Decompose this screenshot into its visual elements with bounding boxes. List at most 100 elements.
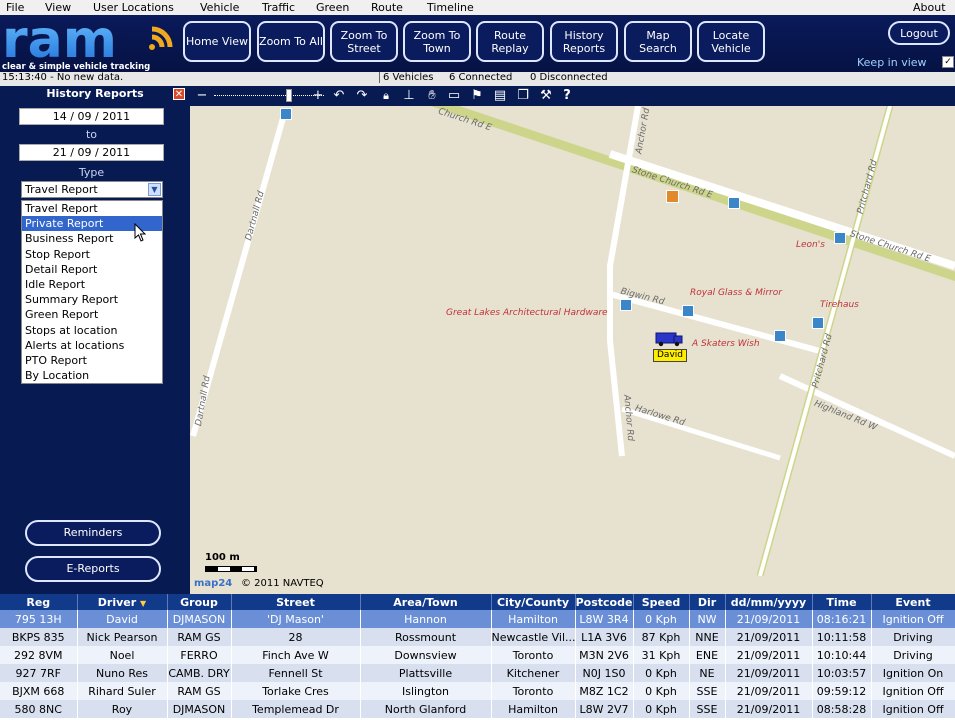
- option-stops-at-location[interactable]: Stops at location: [22, 323, 162, 338]
- window-icon[interactable]: ❐: [515, 86, 531, 106]
- option-green-report[interactable]: Green Report: [22, 307, 162, 322]
- col-header-postcode[interactable]: Postcode: [575, 594, 634, 610]
- table-row[interactable]: 580 8NC Roy DJMASON Templemead Dr North …: [0, 700, 955, 718]
- map-view[interactable]: Church Rd E Stone Church Rd E Stone Chur…: [190, 106, 955, 576]
- menu-route[interactable]: Route: [371, 0, 403, 15]
- map-search-button[interactable]: Map Search: [624, 21, 692, 62]
- option-detail-report[interactable]: Detail Report: [22, 262, 162, 277]
- cell-dir: SSE: [689, 700, 726, 718]
- undo-icon[interactable]: ↶: [331, 86, 347, 106]
- redo-icon[interactable]: ↷: [354, 86, 370, 106]
- bus-stop-icon[interactable]: [280, 108, 292, 120]
- keep-in-view-checkbox[interactable]: ✓: [942, 56, 954, 68]
- col-header-dir[interactable]: Dir: [689, 594, 726, 610]
- vehicle-icon[interactable]: [654, 331, 684, 347]
- table-row[interactable]: BJXM 668 Rihard Suler RAM GS Torlake Cre…: [0, 682, 955, 700]
- cell-date: 21/09/2011: [725, 682, 813, 700]
- col-header-area-town[interactable]: Area/Town: [360, 594, 492, 610]
- help-icon[interactable]: ?: [559, 86, 575, 106]
- bus-stop-icon[interactable]: [834, 232, 846, 244]
- pin-icon[interactable]: ⊥: [401, 86, 417, 106]
- hand-icon[interactable]: ✋︎: [424, 86, 440, 106]
- option-travel-report[interactable]: Travel Report: [22, 201, 162, 216]
- table-row[interactable]: 927 7RF Nuno Res CAMB. DRY Fennell St Pl…: [0, 664, 955, 682]
- to-date-field[interactable]: 21 / 09 / 2011: [19, 144, 164, 161]
- bus-stop-icon[interactable]: [728, 197, 740, 209]
- cell-postcode: L8W 3R4: [575, 610, 634, 628]
- type-select[interactable]: Travel Report ▼: [21, 181, 163, 198]
- poi-a-skaters-wish[interactable]: A Skaters Wish: [692, 339, 760, 349]
- zoom-to-street-button[interactable]: Zoom To Street: [330, 21, 398, 62]
- type-label: Type: [78, 166, 105, 179]
- route-replay-button[interactable]: Route Replay: [476, 21, 544, 62]
- col-header-time[interactable]: Time: [812, 594, 872, 610]
- home-view-button[interactable]: Home View: [183, 21, 251, 62]
- cell-area-town: Hannon: [360, 610, 492, 628]
- table-row[interactable]: BKPS 835 Nick Pearson RAM GS 28 Rossmoun…: [0, 628, 955, 646]
- car-service-icon[interactable]: [812, 317, 824, 329]
- cell-driver: Roy: [77, 700, 168, 718]
- col-header-group[interactable]: Group: [167, 594, 232, 610]
- option-pto-report[interactable]: PTO Report: [22, 353, 162, 368]
- menu-about[interactable]: About: [913, 0, 946, 15]
- poi-royal-glass-mirror[interactable]: Royal Glass & Mirror: [690, 288, 782, 298]
- menu-vehicle[interactable]: Vehicle: [200, 0, 239, 15]
- tools-icon[interactable]: ⚒: [538, 86, 554, 106]
- cell-event: Ignition Off: [871, 610, 955, 628]
- cell-street: Templemead Dr: [231, 700, 361, 718]
- print-icon[interactable]: ▤: [492, 86, 508, 106]
- zoom-to-town-button[interactable]: Zoom To Town: [403, 21, 471, 62]
- col-header-speed[interactable]: Speed: [633, 594, 690, 610]
- menu-green[interactable]: Green: [316, 0, 349, 15]
- cell-speed: 0 Kph: [633, 610, 690, 628]
- copyright: © 2011 NAVTEQ: [241, 578, 324, 589]
- option-summary-report[interactable]: Summary Report: [22, 292, 162, 307]
- zoom-in-icon[interactable]: +: [310, 86, 326, 106]
- close-icon[interactable]: ✕: [173, 88, 185, 100]
- bus-stop-icon[interactable]: [682, 305, 694, 317]
- table-row[interactable]: 795 13H David DJMASON 'DJ Mason' Hannon …: [0, 610, 955, 628]
- col-header-street[interactable]: Street: [231, 594, 361, 610]
- chevron-down-icon[interactable]: ▼: [148, 183, 161, 196]
- lock-icon[interactable]: 🔒︎: [378, 86, 394, 106]
- option-idle-report[interactable]: Idle Report: [22, 277, 162, 292]
- table-header-row: Reg Driver ▼ Group Street Area/Town City…: [0, 594, 955, 610]
- col-header-reg[interactable]: Reg: [0, 594, 78, 610]
- menu-bar: File View User Locations Vehicle Traffic…: [0, 0, 955, 16]
- from-date-field[interactable]: 14 / 09 / 2011: [19, 108, 164, 125]
- measure-icon[interactable]: ⚑: [469, 86, 485, 106]
- col-header-driver[interactable]: Driver ▼: [77, 594, 168, 610]
- locate-vehicle-button[interactable]: Locate Vehicle: [697, 21, 765, 62]
- table-row[interactable]: 292 8VM Noel FERRO Finch Ave W Downsview…: [0, 646, 955, 664]
- zoom-out-icon[interactable]: −: [194, 86, 210, 106]
- e-reports-button[interactable]: E-Reports: [25, 556, 161, 582]
- zoom-slider-track[interactable]: [214, 95, 324, 97]
- restaurant-icon[interactable]: [666, 190, 679, 203]
- poi-leons[interactable]: Leon's: [796, 240, 825, 250]
- col-header-city-county[interactable]: City/County: [491, 594, 576, 610]
- select-area-icon[interactable]: ▭: [446, 86, 462, 106]
- menu-file[interactable]: File: [6, 0, 24, 15]
- zoom-slider-handle[interactable]: [286, 89, 292, 102]
- bus-stop-icon[interactable]: [620, 299, 632, 311]
- history-reports-button[interactable]: History Reports: [550, 21, 618, 62]
- option-stop-report[interactable]: Stop Report: [22, 247, 162, 262]
- vehicle-label[interactable]: David: [653, 349, 687, 362]
- poi-great-lakes-architectural-hardware[interactable]: Great Lakes Architectural Hardware: [446, 308, 608, 318]
- menu-traffic[interactable]: Traffic: [262, 0, 295, 15]
- menu-view[interactable]: View: [45, 0, 71, 15]
- cell-postcode: M8Z 1C2: [575, 682, 634, 700]
- cell-time: 10:03:57: [812, 664, 872, 682]
- menu-user-locations[interactable]: User Locations: [93, 0, 174, 15]
- zoom-to-all-button[interactable]: Zoom To All: [257, 21, 325, 62]
- col-header-date[interactable]: dd/mm/yyyy: [725, 594, 813, 610]
- bus-stop-icon[interactable]: [774, 330, 786, 342]
- option-alerts-at-locations[interactable]: Alerts at locations: [22, 338, 162, 353]
- cell-speed: 0 Kph: [633, 664, 690, 682]
- poi-tirehaus[interactable]: Tirehaus: [820, 300, 859, 310]
- reminders-button[interactable]: Reminders: [25, 520, 161, 546]
- option-by-location[interactable]: By Location: [22, 368, 162, 383]
- logout-button[interactable]: Logout: [888, 21, 950, 45]
- col-header-event[interactable]: Event: [871, 594, 955, 610]
- menu-timeline[interactable]: Timeline: [427, 0, 474, 15]
